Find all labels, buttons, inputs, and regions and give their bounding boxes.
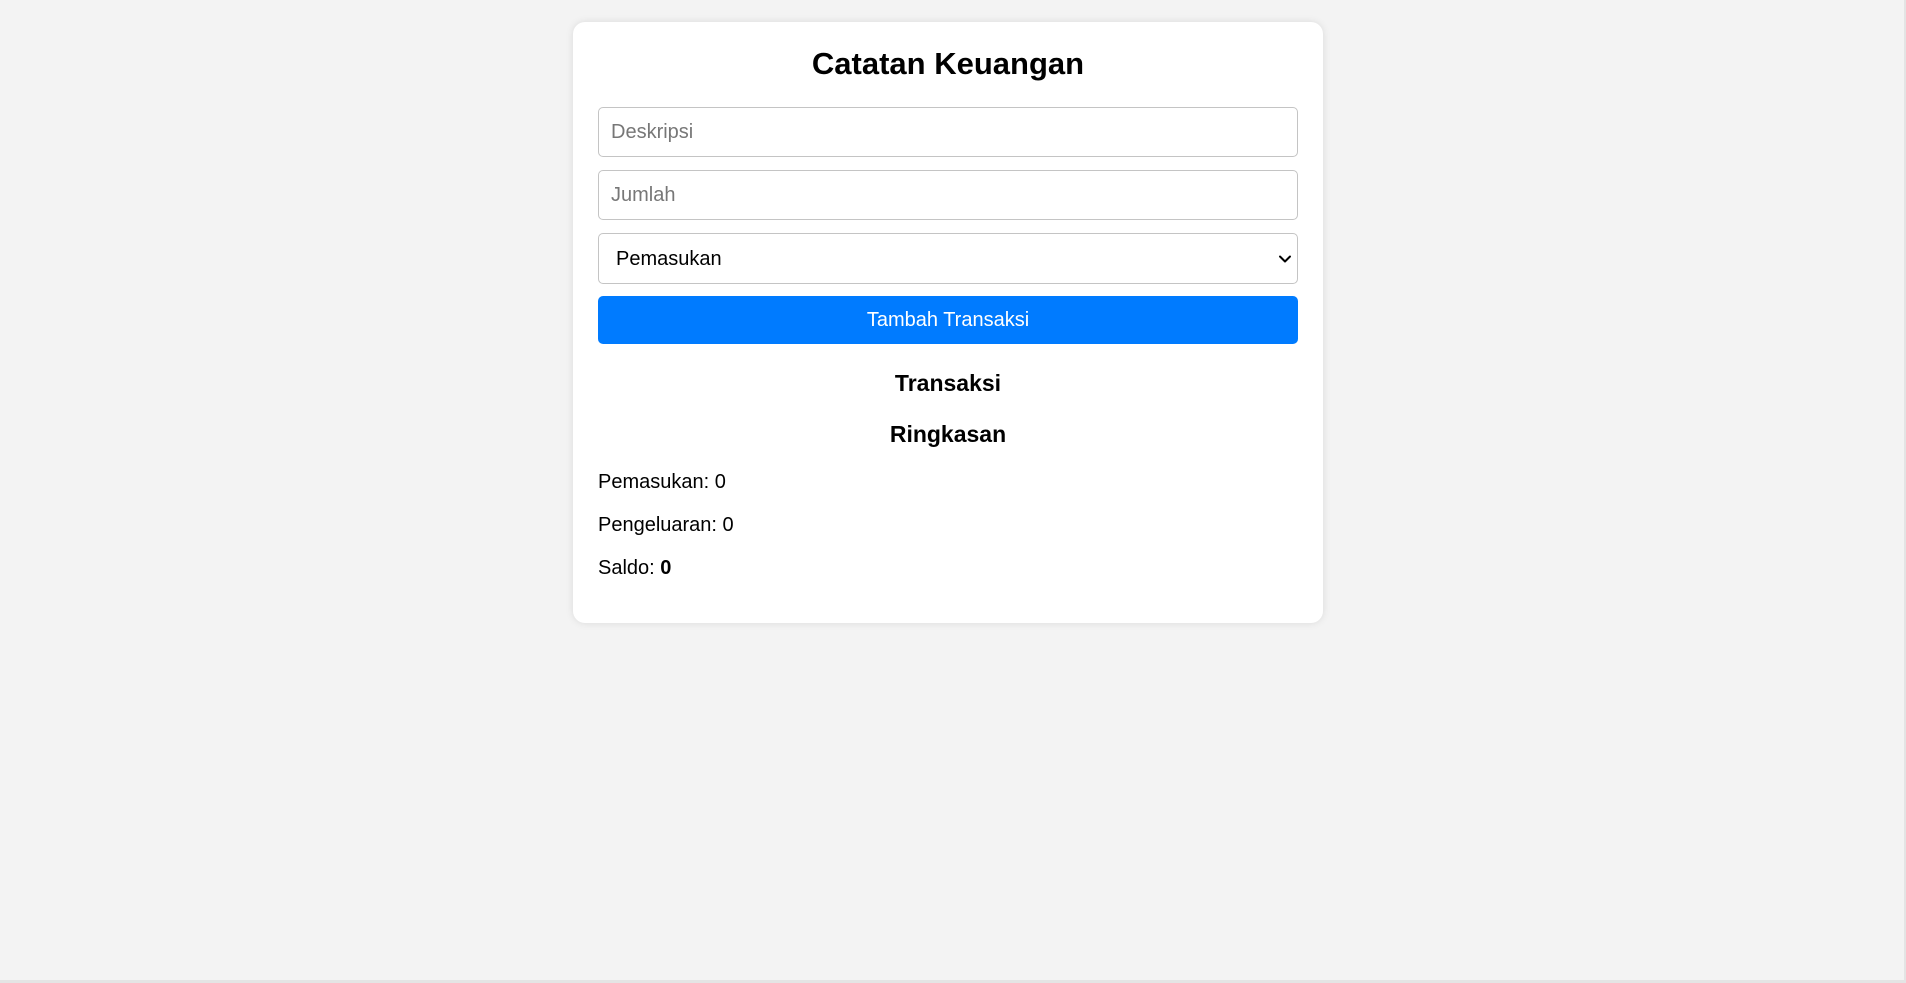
expense-label: Pengeluaran: xyxy=(598,514,717,536)
balance-label: Saldo: xyxy=(598,557,655,579)
expense-value: 0 xyxy=(722,514,734,536)
page-title: Catatan Keuangan xyxy=(811,46,1085,81)
type-select-wrapper[interactable]: Pemasukan xyxy=(598,233,1298,284)
type-select[interactable]: Pemasukan xyxy=(599,234,1297,283)
income-value: 0 xyxy=(714,471,726,493)
amount-input[interactable] xyxy=(598,170,1298,220)
income-label: Pemasukan: xyxy=(598,471,710,493)
transactions-heading: Transaksi xyxy=(894,370,1002,396)
balance-summary: Saldo: 0 xyxy=(598,556,1298,580)
description-input[interactable] xyxy=(598,107,1298,157)
income-summary: Pemasukan: 0 xyxy=(598,470,1298,494)
balance-value: 0 xyxy=(660,557,672,579)
finance-card: Catatan Keuangan Pemasukan Tambah Transa… xyxy=(573,22,1323,623)
summary-heading: Ringkasan xyxy=(889,421,1007,447)
expense-summary: Pengeluaran: 0 xyxy=(598,513,1298,537)
add-transaction-button[interactable]: Tambah Transaksi xyxy=(598,296,1298,344)
